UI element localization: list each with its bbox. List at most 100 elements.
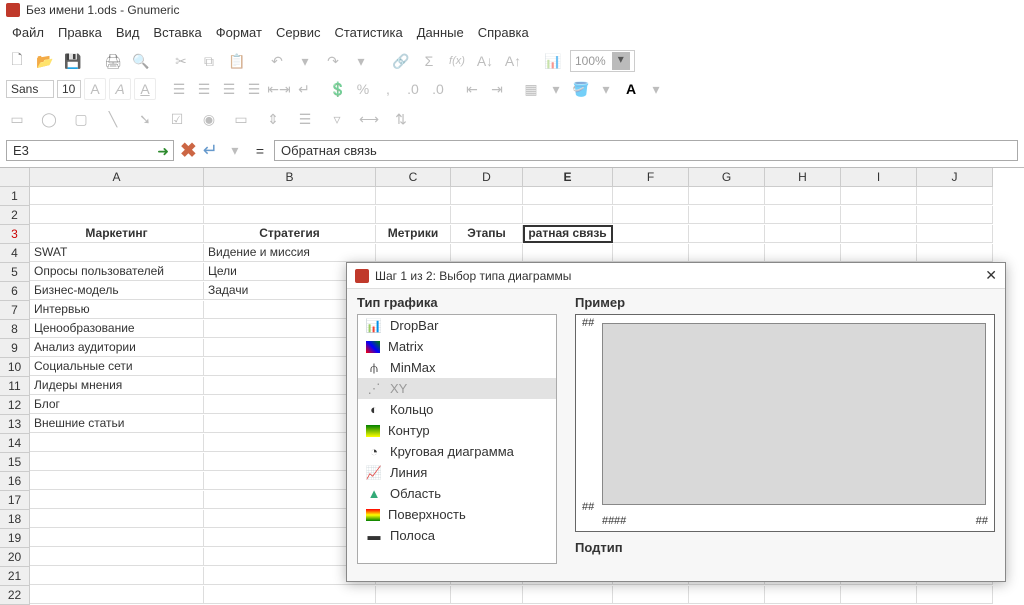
- thousand-icon[interactable]: ,: [377, 78, 399, 100]
- borders-icon[interactable]: ▦: [520, 78, 542, 100]
- row-12[interactable]: 12: [0, 396, 30, 415]
- menu-insert[interactable]: Вставка: [147, 23, 207, 42]
- slider-icon[interactable]: ⟷: [358, 108, 380, 130]
- menu-help[interactable]: Справка: [472, 23, 535, 42]
- chevron-down-icon[interactable]: ▾: [224, 140, 246, 162]
- menu-file[interactable]: Файл: [6, 23, 50, 42]
- cell-A8[interactable]: Ценообразование: [30, 320, 204, 338]
- type-xy[interactable]: ⋰XY: [358, 378, 556, 399]
- row-10[interactable]: 10: [0, 358, 30, 377]
- goto-icon[interactable]: ➜: [157, 143, 169, 160]
- cell-A11[interactable]: Лидеры мнения: [30, 377, 204, 395]
- print-icon[interactable]: 🖨: [102, 50, 124, 72]
- cell-B3[interactable]: Стратегия: [204, 225, 376, 243]
- row-8[interactable]: 8: [0, 320, 30, 339]
- arrow-icon[interactable]: ➘: [134, 108, 156, 130]
- row-5[interactable]: 5: [0, 263, 30, 282]
- type-minmax[interactable]: ⫛MinMax: [358, 357, 556, 378]
- chevron-down-icon[interactable]: ▾: [545, 78, 567, 100]
- font-size-input[interactable]: 10: [57, 80, 81, 98]
- cell-E3[interactable]: ратная связь: [523, 225, 613, 243]
- indent-more-icon[interactable]: ⇥: [486, 78, 508, 100]
- menu-view[interactable]: Вид: [110, 23, 146, 42]
- wrap-icon[interactable]: ↵: [293, 78, 315, 100]
- line-icon[interactable]: ╲: [102, 108, 124, 130]
- chevron-down-icon[interactable]: ▾: [294, 50, 316, 72]
- cell-A10[interactable]: Социальные сети: [30, 358, 204, 376]
- accept-icon[interactable]: ↵: [203, 140, 218, 161]
- fill-color-icon[interactable]: 🪣: [570, 78, 592, 100]
- redo-icon[interactable]: ↷: [322, 50, 344, 72]
- row-1[interactable]: 1: [0, 187, 30, 206]
- combo-icon[interactable]: ▿: [326, 108, 348, 130]
- col-D[interactable]: D: [451, 168, 523, 187]
- cell-A6[interactable]: Бизнес-модель: [30, 282, 204, 300]
- row-11[interactable]: 11: [0, 377, 30, 396]
- inc-decimal-icon[interactable]: .0: [402, 78, 424, 100]
- link-icon[interactable]: 🔗: [390, 50, 412, 72]
- new-icon[interactable]: 🗋: [6, 50, 28, 72]
- row-19[interactable]: 19: [0, 529, 30, 548]
- sort-asc-icon[interactable]: A↓: [474, 50, 496, 72]
- row-18[interactable]: 18: [0, 510, 30, 529]
- select-all-corner[interactable]: [0, 168, 30, 187]
- menu-edit[interactable]: Правка: [52, 23, 108, 42]
- copy-icon[interactable]: ⧉: [198, 50, 220, 72]
- type-contour[interactable]: Контур: [358, 420, 556, 441]
- formula-input[interactable]: Обратная связь: [274, 140, 1018, 161]
- col-I[interactable]: I: [841, 168, 917, 187]
- sort-desc-icon[interactable]: A↑: [502, 50, 524, 72]
- row-13[interactable]: 13: [0, 415, 30, 434]
- cell-B4[interactable]: Видение и миссия: [204, 244, 376, 262]
- row-9[interactable]: 9: [0, 339, 30, 358]
- col-F[interactable]: F: [613, 168, 689, 187]
- row-17[interactable]: 17: [0, 491, 30, 510]
- align-center-icon[interactable]: ☰: [193, 78, 215, 100]
- dec-decimal-icon[interactable]: .0: [427, 78, 449, 100]
- scroll-icon[interactable]: ⇕: [262, 108, 284, 130]
- type-bar[interactable]: ▬Полоса: [358, 525, 556, 546]
- frame-icon[interactable]: ▢: [70, 108, 92, 130]
- print-preview-icon[interactable]: 🔍: [130, 50, 152, 72]
- button-icon[interactable]: ▭: [230, 108, 252, 130]
- ellipse-icon[interactable]: ◯: [38, 108, 60, 130]
- menu-statistics[interactable]: Статистика: [328, 23, 408, 42]
- row-22[interactable]: 22: [0, 586, 30, 605]
- chart-icon[interactable]: 📊: [542, 50, 564, 72]
- chevron-down-icon[interactable]: ▾: [645, 78, 667, 100]
- col-C[interactable]: C: [376, 168, 451, 187]
- row-20[interactable]: 20: [0, 548, 30, 567]
- row-21[interactable]: 21: [0, 567, 30, 586]
- col-G[interactable]: G: [689, 168, 765, 187]
- cancel-icon[interactable]: ✖: [180, 138, 197, 163]
- cell-A5[interactable]: Опросы пользователей: [30, 263, 204, 281]
- row-14[interactable]: 14: [0, 434, 30, 453]
- col-J[interactable]: J: [917, 168, 993, 187]
- row-6[interactable]: 6: [0, 282, 30, 301]
- align-justify-icon[interactable]: ☰: [243, 78, 265, 100]
- dropdown-icon[interactable]: ▾: [612, 52, 630, 70]
- menu-data[interactable]: Данные: [411, 23, 470, 42]
- row-16[interactable]: 16: [0, 472, 30, 491]
- open-icon[interactable]: 📂: [34, 50, 56, 72]
- font-name-input[interactable]: Sans: [6, 80, 54, 98]
- zoom-combo[interactable]: 100% ▾: [570, 50, 635, 72]
- type-matrix[interactable]: Matrix: [358, 336, 556, 357]
- row-4[interactable]: 4: [0, 244, 30, 263]
- percent-icon[interactable]: %: [352, 78, 374, 100]
- cell[interactable]: [30, 187, 204, 205]
- merge-icon[interactable]: ⇤⇥: [268, 78, 290, 100]
- cell-A7[interactable]: Интервью: [30, 301, 204, 319]
- dialog-titlebar[interactable]: Шаг 1 из 2: Выбор типа диаграммы ✕: [347, 263, 1005, 289]
- align-left-icon[interactable]: ☰: [168, 78, 190, 100]
- type-dropbar[interactable]: 📊DropBar: [358, 315, 556, 336]
- radio-icon[interactable]: ◉: [198, 108, 220, 130]
- menu-format[interactable]: Формат: [210, 23, 268, 42]
- cell-D3[interactable]: Этапы: [451, 225, 523, 243]
- sum-icon[interactable]: Σ: [418, 50, 440, 72]
- cell-A3[interactable]: Маркетинг: [30, 225, 204, 243]
- undo-icon[interactable]: ↶: [266, 50, 288, 72]
- row-2[interactable]: 2: [0, 206, 30, 225]
- bold-icon[interactable]: A: [84, 78, 106, 100]
- col-H[interactable]: H: [765, 168, 841, 187]
